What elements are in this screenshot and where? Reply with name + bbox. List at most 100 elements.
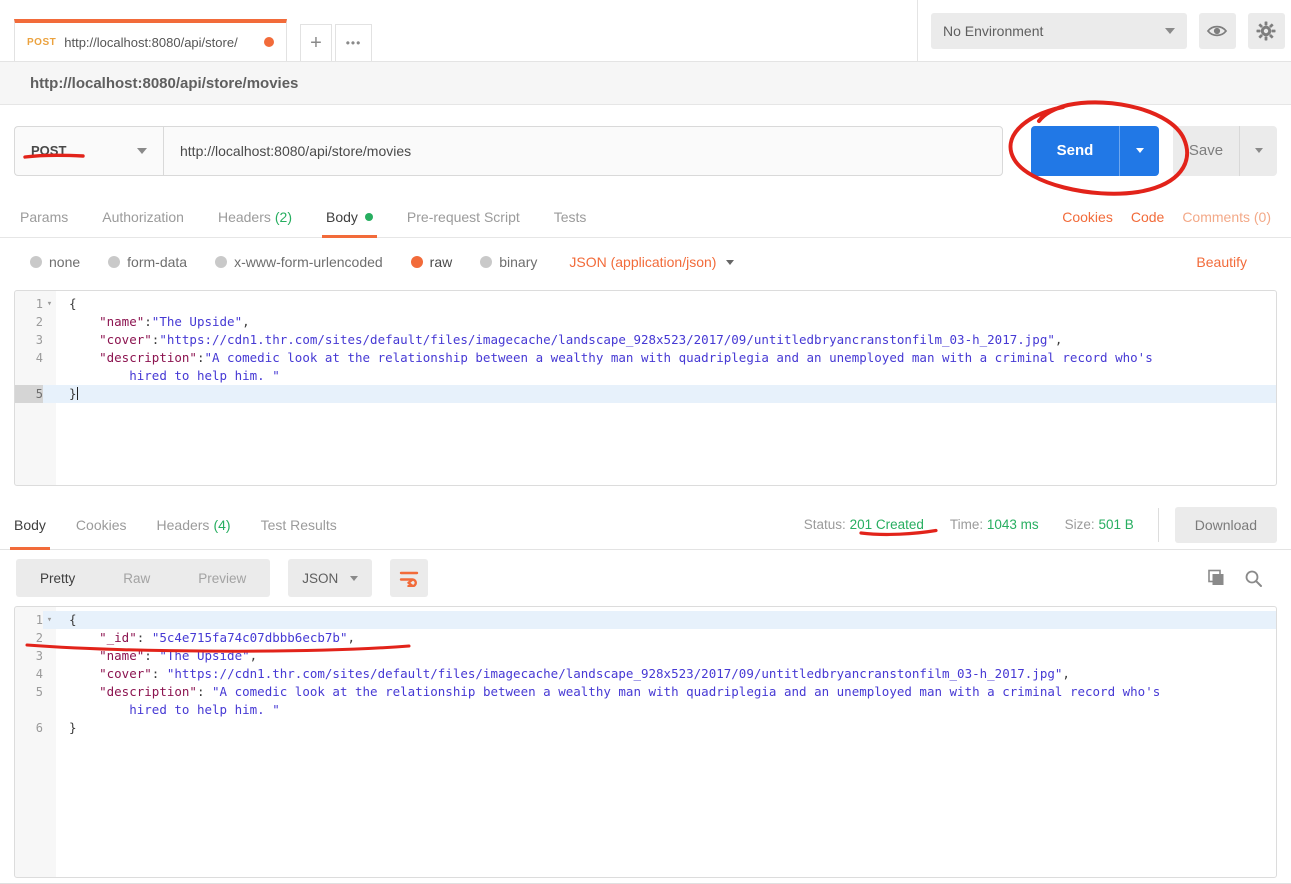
environment-quicklook-button[interactable] xyxy=(1199,13,1236,49)
radio-form-data[interactable]: form-data xyxy=(108,254,187,270)
response-toolbar xyxy=(1206,568,1275,588)
top-tab-bar: POST http://localhost:8080/api/store/ + … xyxy=(0,0,1291,62)
mode-raw[interactable]: Raw xyxy=(99,571,174,586)
gutter-spacer xyxy=(43,331,56,349)
gutter-spacer xyxy=(43,629,56,647)
search-response-button[interactable] xyxy=(1244,569,1263,588)
body-type-options: none form-data x-www-form-urlencoded raw… xyxy=(0,238,1291,286)
environment-select[interactable]: No Environment xyxy=(931,13,1187,49)
code-line: 3 "name": "The Upside", xyxy=(15,647,1276,665)
response-tab-test-results[interactable]: Test Results xyxy=(261,500,337,550)
time-value: 1043 ms xyxy=(987,517,1039,532)
beautify-link[interactable]: Beautify xyxy=(1196,254,1247,270)
request-builder: POST Send Save xyxy=(0,105,1291,196)
gutter-spacer xyxy=(43,367,56,385)
code-line: 1▾{ xyxy=(15,611,1276,629)
method-select-value: POST xyxy=(31,143,137,158)
code-text: hired to help him. " xyxy=(56,701,1276,719)
gutter-spacer xyxy=(43,385,56,403)
content-type-select[interactable]: JSON (application/json) xyxy=(569,254,734,270)
code-line: hired to help him. " xyxy=(15,367,1276,385)
line-number: 6 xyxy=(15,719,43,737)
size-stat: Size: 501 B xyxy=(1065,517,1134,532)
radio-none[interactable]: none xyxy=(30,254,80,270)
tab-headers[interactable]: Headers(2) xyxy=(218,196,292,238)
code-line: 3 "cover":"https://cdn1.thr.com/sites/de… xyxy=(15,331,1276,349)
headers-count-badge: (2) xyxy=(275,209,292,225)
code-line: 4 "description":"A comedic look at the r… xyxy=(15,349,1276,367)
request-body-editor[interactable]: 1▾{2 "name":"The Upside",3 "cover":"http… xyxy=(14,290,1277,486)
radio-raw[interactable]: raw xyxy=(411,254,453,270)
line-number: 5 xyxy=(15,683,43,701)
tab-authorization[interactable]: Authorization xyxy=(102,196,184,238)
response-tab-cookies[interactable]: Cookies xyxy=(76,500,127,550)
wrap-lines-icon xyxy=(399,569,419,587)
save-options-button[interactable] xyxy=(1239,126,1277,176)
postman-app: POST http://localhost:8080/api/store/ + … xyxy=(0,0,1291,884)
response-tab-body[interactable]: Body xyxy=(14,500,46,550)
radio-binary[interactable]: binary xyxy=(480,254,537,270)
text-cursor xyxy=(77,387,78,400)
send-options-button[interactable] xyxy=(1119,126,1159,176)
gutter-spacer xyxy=(43,719,56,737)
status-stat: Status: 201 Created xyxy=(804,517,924,532)
code-text: "cover":"https://cdn1.thr.com/sites/defa… xyxy=(56,331,1276,349)
request-tab[interactable]: POST http://localhost:8080/api/store/ xyxy=(14,19,287,61)
mode-preview[interactable]: Preview xyxy=(174,571,270,586)
code-text: { xyxy=(56,295,1276,313)
new-tab-button[interactable]: + xyxy=(300,24,332,61)
copy-response-button[interactable] xyxy=(1206,568,1226,588)
mode-pretty[interactable]: Pretty xyxy=(16,571,99,586)
cookies-link[interactable]: Cookies xyxy=(1062,209,1113,225)
settings-button[interactable] xyxy=(1248,13,1285,49)
response-headers-count-badge: (4) xyxy=(213,517,230,533)
response-tab-headers[interactable]: Headers(4) xyxy=(157,500,231,550)
divider xyxy=(1158,508,1159,542)
tab-params[interactable]: Params xyxy=(20,196,68,238)
save-button[interactable]: Save xyxy=(1173,126,1239,176)
code-line: 5 "description": "A comedic look at the … xyxy=(15,683,1276,701)
code-text: } xyxy=(56,719,1276,737)
response-mode-switch: Pretty Raw Preview xyxy=(16,559,270,597)
unsaved-changes-dot-icon xyxy=(264,37,274,47)
code-text: } xyxy=(56,385,1276,403)
line-number xyxy=(15,701,43,719)
code-line: 5} xyxy=(15,385,1276,403)
code-line: 6} xyxy=(15,719,1276,737)
gutter-spacer xyxy=(43,701,56,719)
radio-icon xyxy=(215,256,227,268)
code-link[interactable]: Code xyxy=(1131,209,1164,225)
radio-icon xyxy=(108,256,120,268)
time-stat: Time: 1043 ms xyxy=(950,517,1039,532)
line-number xyxy=(15,367,43,385)
tab-tests[interactable]: Tests xyxy=(554,196,587,238)
response-body-editor[interactable]: 1▾{2 "_id": "5c4e715fa74c07dbbb6ecb7b",3… xyxy=(14,606,1277,878)
url-input[interactable] xyxy=(163,126,1003,176)
fold-caret-icon[interactable]: ▾ xyxy=(43,295,56,313)
copy-icon xyxy=(1206,568,1226,588)
send-button[interactable]: Send xyxy=(1031,126,1119,176)
tab-body[interactable]: Body xyxy=(326,196,373,238)
fold-caret-icon[interactable]: ▾ xyxy=(43,611,56,629)
download-button[interactable]: Download xyxy=(1175,507,1277,543)
code-text: hired to help him. " xyxy=(56,367,1276,385)
response-language-select[interactable]: JSON xyxy=(288,559,372,597)
comments-link[interactable]: Comments (0) xyxy=(1182,209,1271,225)
chevron-down-icon xyxy=(1136,148,1144,153)
request-title-bar: http://localhost:8080/api/store/movies xyxy=(0,62,1291,105)
gutter-spacer xyxy=(43,313,56,331)
size-value: 501 B xyxy=(1098,517,1133,532)
method-select[interactable]: POST xyxy=(14,126,163,176)
radio-x-www-form-urlencoded[interactable]: x-www-form-urlencoded xyxy=(215,254,383,270)
code-text: "_id": "5c4e715fa74c07dbbb6ecb7b", xyxy=(56,629,1276,647)
line-number: 4 xyxy=(15,349,43,367)
gear-icon xyxy=(1256,21,1276,41)
line-number: 2 xyxy=(15,313,43,331)
send-button-group: Send xyxy=(1031,126,1159,176)
wrap-lines-button[interactable] xyxy=(390,559,428,597)
more-tabs-button[interactable]: ••• xyxy=(335,24,372,61)
tab-pre-request-script[interactable]: Pre-request Script xyxy=(407,196,520,238)
code-line: 2 "name":"The Upside", xyxy=(15,313,1276,331)
radio-icon xyxy=(30,256,42,268)
tab-url-label: http://localhost:8080/api/store/ xyxy=(64,35,258,50)
